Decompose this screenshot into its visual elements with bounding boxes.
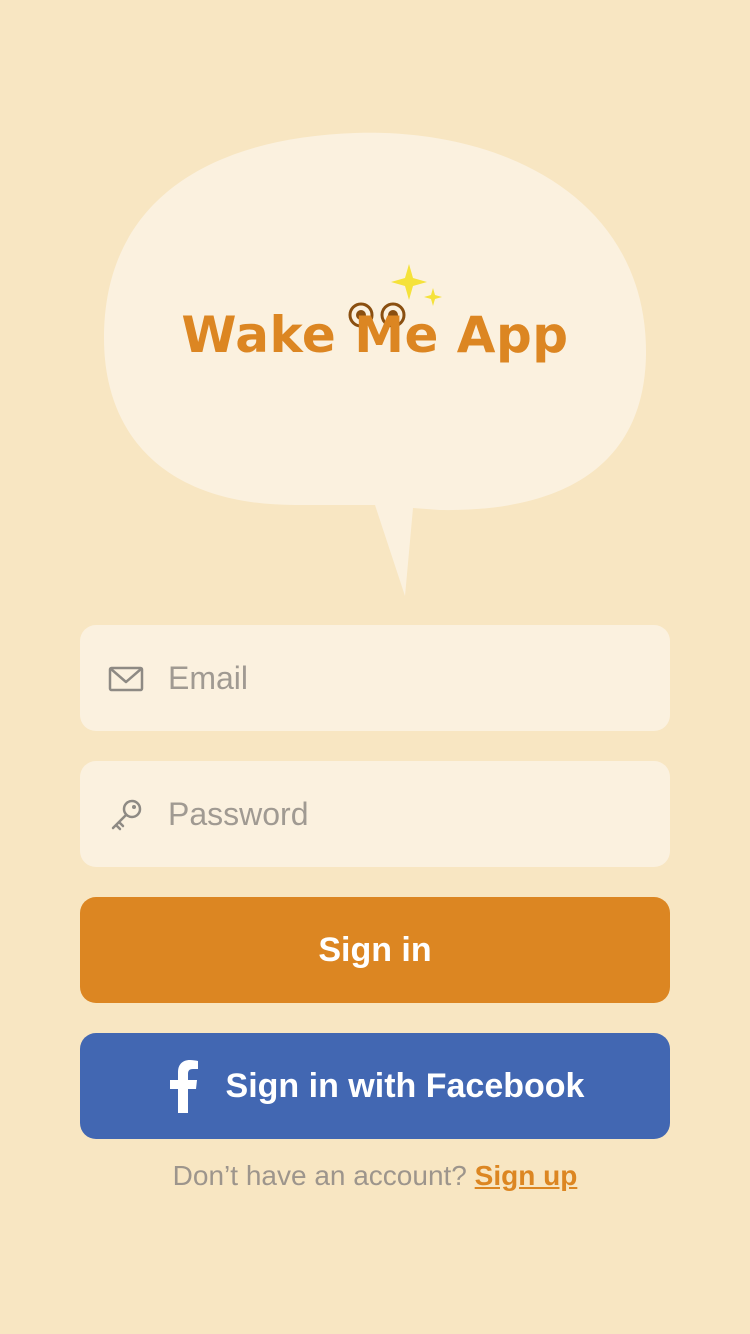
email-input[interactable] [168, 625, 648, 731]
sign-up-link[interactable]: Sign up [475, 1160, 578, 1191]
password-input[interactable] [168, 761, 648, 867]
app-logo-title: Wake Me App [181, 306, 569, 364]
envelope-icon [108, 666, 144, 692]
email-field[interactable] [80, 625, 670, 731]
facebook-sign-in-button[interactable]: Sign in with Facebook [80, 1033, 670, 1139]
sign-in-button[interactable]: Sign in [80, 897, 670, 1003]
password-field[interactable] [80, 761, 670, 867]
facebook-sign-in-label: Sign in with Facebook [225, 1066, 585, 1105]
signup-prompt: Don’t have an account? Sign up [0, 1160, 750, 1192]
key-icon [111, 799, 142, 831]
facebook-icon [169, 1060, 198, 1113]
sign-in-label: Sign in [318, 930, 432, 969]
signup-prompt-text: Don’t have an account? [172, 1160, 467, 1191]
